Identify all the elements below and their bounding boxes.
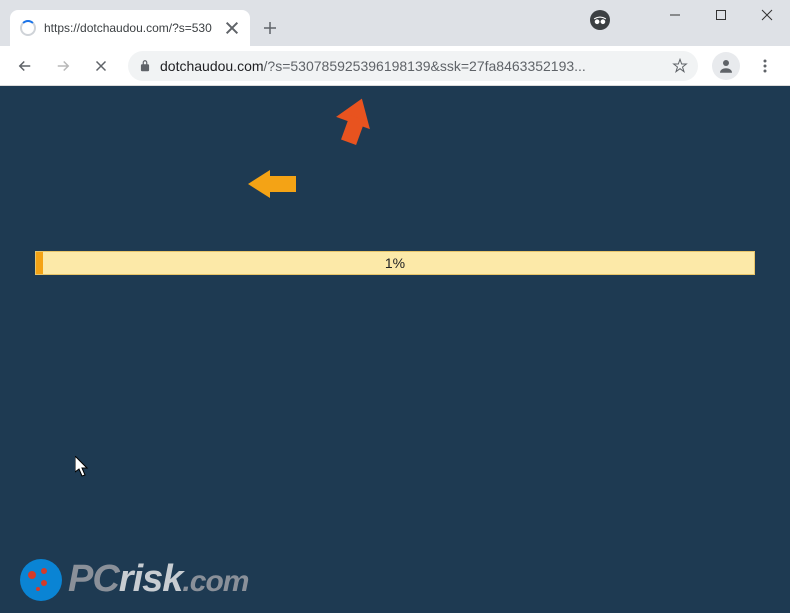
back-button[interactable] [8, 49, 42, 83]
tab-close-button[interactable] [224, 20, 240, 36]
url-text: dotchaudou.com/?s=530785925396198139&ssk… [160, 58, 664, 74]
minimize-button[interactable] [652, 0, 698, 30]
progress-fill [36, 252, 43, 274]
stop-reload-button[interactable] [84, 49, 118, 83]
url-domain: dotchaudou.com [160, 58, 264, 74]
watermark-logo-icon [20, 559, 62, 601]
window-controls [652, 0, 790, 36]
incognito-icon [590, 10, 610, 30]
lock-icon [138, 59, 152, 73]
page-content: 1% PCrisk.com [0, 86, 790, 613]
watermark: PCrisk.com [20, 558, 248, 601]
tab-title: https://dotchaudou.com/?s=530 [44, 21, 216, 35]
address-bar[interactable]: dotchaudou.com/?s=530785925396198139&ssk… [128, 51, 698, 81]
close-window-button[interactable] [744, 0, 790, 30]
browser-titlebar: https://dotchaudou.com/?s=530 [0, 0, 790, 46]
progress-bar: 1% [35, 251, 755, 275]
bookmark-star-button[interactable] [672, 58, 688, 74]
cursor-icon [75, 456, 91, 483]
maximize-button[interactable] [698, 0, 744, 30]
watermark-text: PCrisk.com [68, 558, 248, 601]
browser-tab[interactable]: https://dotchaudou.com/?s=530 [10, 10, 250, 46]
forward-button[interactable] [46, 49, 80, 83]
loading-spinner-icon [20, 20, 36, 36]
browser-toolbar: dotchaudou.com/?s=530785925396198139&ssk… [0, 46, 790, 86]
url-path: /?s=530785925396198139&ssk=27fa846335219… [264, 58, 586, 74]
progress-text: 1% [385, 255, 405, 271]
profile-button[interactable] [712, 52, 740, 80]
menu-button[interactable] [748, 49, 782, 83]
new-tab-button[interactable] [256, 14, 284, 42]
